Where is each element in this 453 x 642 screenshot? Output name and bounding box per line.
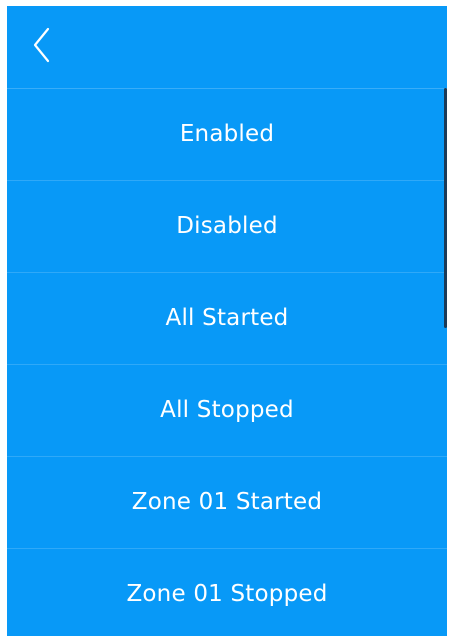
list-item-label: Enabled	[179, 120, 275, 147]
list-item-all-started[interactable]: All Started	[7, 272, 447, 364]
list-item-zone-01-started[interactable]: Zone 01 Started	[7, 456, 447, 548]
back-button[interactable]	[25, 24, 65, 68]
list-item-zone-01-stopped[interactable]: Zone 01 Stopped	[7, 548, 447, 636]
list-item-disabled[interactable]: Disabled	[7, 180, 447, 272]
chevron-left-icon	[33, 27, 50, 63]
options-screen: Enabled Disabled All Started All Stopped…	[7, 6, 447, 636]
list-item-label: Disabled	[176, 212, 278, 239]
list-item-enabled[interactable]: Enabled	[7, 88, 447, 180]
list-item-label: All Started	[165, 304, 289, 331]
scrollbar-thumb[interactable]	[444, 88, 447, 328]
list-item-label: All Stopped	[160, 396, 294, 423]
list-item-label: Zone 01 Started	[131, 488, 323, 515]
list-item-all-stopped[interactable]: All Stopped	[7, 364, 447, 456]
option-list: Enabled Disabled All Started All Stopped…	[7, 88, 447, 636]
header	[7, 6, 447, 88]
list-item-label: Zone 01 Stopped	[126, 580, 328, 607]
scrollbar[interactable]	[444, 88, 447, 328]
